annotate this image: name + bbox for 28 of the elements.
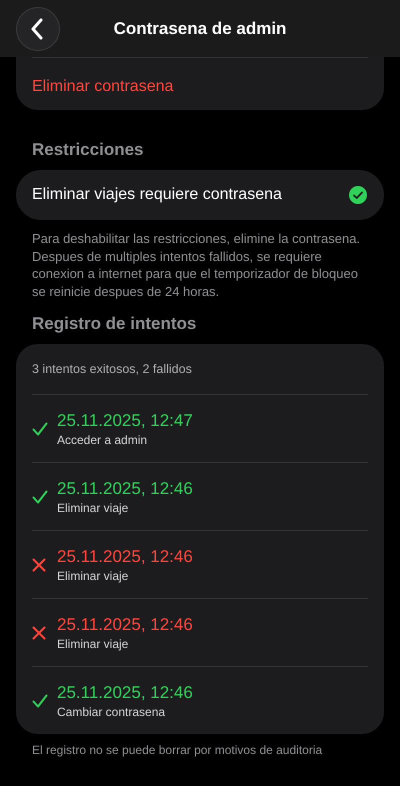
- remove-password-link[interactable]: Eliminar contrasena: [32, 78, 384, 96]
- footer-note: El registro no se puede borrar por motivos de auditoria: [32, 743, 324, 757]
- cross-icon: [32, 558, 46, 572]
- window-title: Contrasena de admin: [112, 18, 288, 38]
- summary-text: 3 intentos exitosos, 2 fallidos: [32, 361, 193, 378]
- cross-icon: [32, 626, 46, 640]
- section-title: Registro de intentos: [32, 314, 198, 334]
- checkmark-icon: [32, 490, 48, 504]
- entry-time: 25.11.2025, 12:47: [57, 410, 193, 432]
- back-icon: [30, 18, 44, 40]
- entry-action: Eliminar viaje: [57, 569, 130, 583]
- restriction-row[interactable]: Eliminar viajes requiere contrasena: [16, 170, 384, 220]
- entry-action: Cambiar contrasena: [57, 705, 166, 719]
- entry-time: 25.11.2025, 12:46: [57, 682, 193, 704]
- back-button[interactable]: [16, 6, 60, 50]
- note-text: Despues de multiples intentos fallidos, se requiere conexion a internet para que el temporizador de bloqueo se reinicie despues de 24 horas.: [32, 248, 359, 300]
- checkmark-icon: [32, 694, 48, 708]
- entry-action: Acceder a admin: [57, 433, 148, 447]
- entry-action: Eliminar viaje: [57, 501, 130, 515]
- entry-time: 25.11.2025, 12:46: [57, 546, 193, 568]
- entry-time: 25.11.2025, 12:46: [57, 478, 193, 500]
- section-title: Restricciones: [32, 140, 144, 160]
- checkmark-icon[interactable]: [348, 185, 368, 205]
- note-text: Para deshabilitar las restricciones, elimine la contrasena.: [32, 230, 362, 248]
- restriction-label: Eliminar viajes requiere contrasena: [32, 186, 282, 204]
- entry-time: 25.11.2025, 12:46: [57, 614, 193, 636]
- checkmark-icon: [32, 422, 48, 436]
- entry-action: Eliminar viaje: [57, 637, 130, 651]
